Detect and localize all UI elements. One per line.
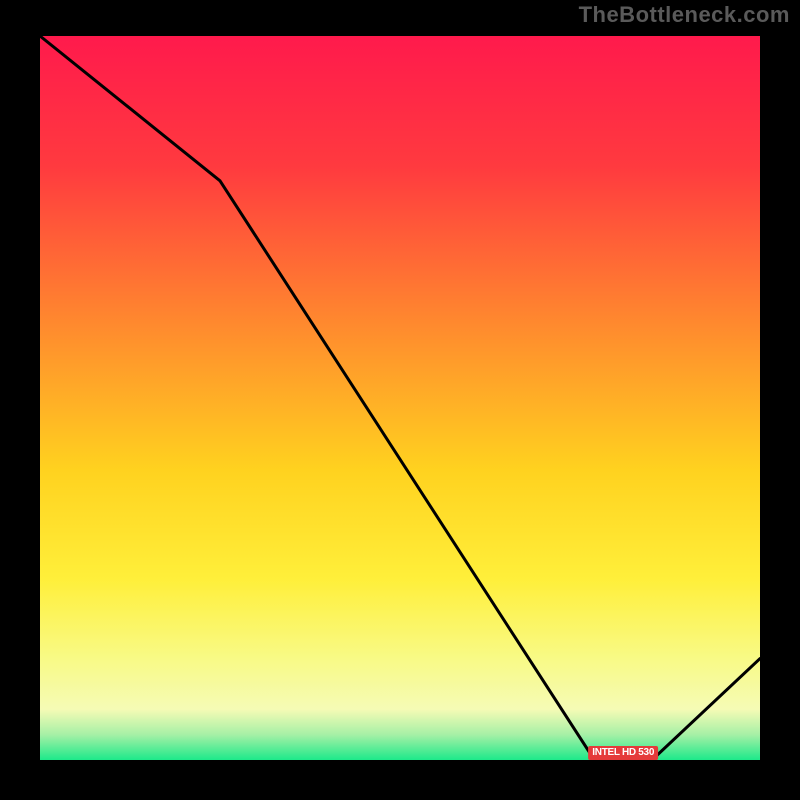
chart-frame: TheBottleneck.com INTEL HD 530	[0, 0, 800, 800]
data-point-label: INTEL HD 530	[588, 746, 658, 760]
chart-svg	[40, 36, 760, 760]
chart-plot-area: INTEL HD 530	[40, 36, 760, 760]
gradient-background	[40, 36, 760, 760]
watermark-text: TheBottleneck.com	[579, 2, 790, 28]
